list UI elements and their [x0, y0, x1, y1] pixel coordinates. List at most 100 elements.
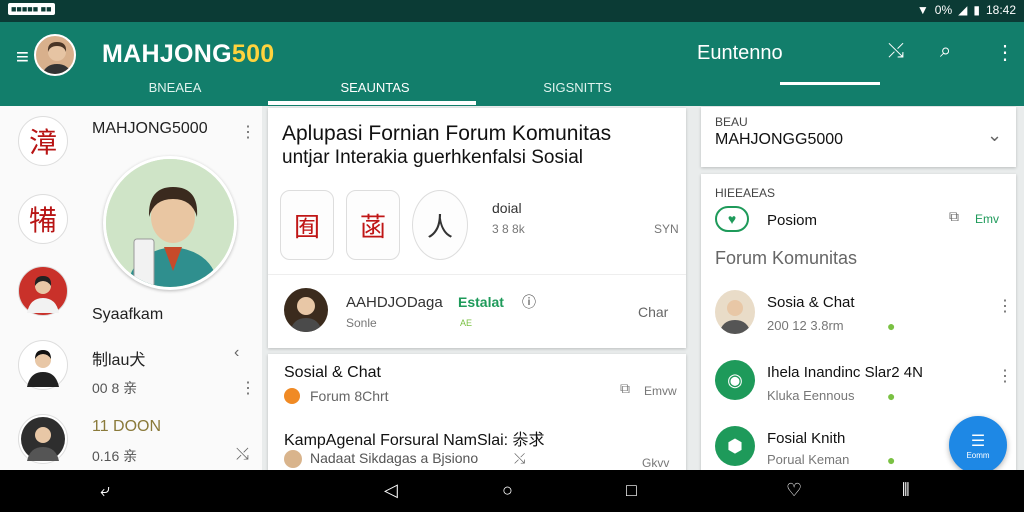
fab-label: Eomm — [966, 450, 990, 460]
nav-bar: ⤶ ◁ ○ □ ♡ ⫴ — [0, 470, 1024, 512]
tile-label: doial — [492, 200, 522, 216]
more-vert-icon[interactable]: ⋮ — [240, 122, 256, 142]
mahjong-tile[interactable]: 人 — [412, 190, 468, 260]
more-vert-icon[interactable]: ⋮ — [995, 40, 1015, 65]
list-item-title: MAHJONG5000 — [92, 120, 208, 137]
battery-percent: 0% — [934, 3, 953, 17]
tab-3[interactable]: SIGSNITTS — [520, 80, 635, 106]
forum-item-title: Fosial Knith — [767, 430, 846, 447]
app-title-accent: 500 — [231, 40, 275, 68]
menu-icon[interactable]: ≡ — [16, 44, 29, 70]
badge-icon: ● — [887, 318, 896, 334]
person-icon — [21, 417, 65, 461]
profile-person-icon — [106, 159, 234, 287]
app-title-main: MAHJONG — [102, 40, 232, 68]
mahjong-tile[interactable]: 菡 — [346, 190, 400, 260]
split-screen-icon[interactable]: ⫴ — [902, 480, 910, 501]
post-subtitle: untjar Interakia guerhkenfalsi Sosial — [282, 147, 584, 168]
select-label: BEAU — [715, 115, 748, 129]
status-bar: ■■■■■ ■■ ▼ 0% ◢ ▮ 18:42 — [0, 0, 1024, 22]
forum-item-sub: Kluka Eennous — [767, 388, 855, 403]
recents-icon[interactable]: □ — [626, 480, 637, 501]
list-icon: ☰ — [970, 432, 986, 450]
user-name: AAHDJODaga — [346, 294, 443, 311]
shield-icon[interactable]: ⬢ — [715, 426, 755, 466]
tile-meta: SYN — [654, 222, 679, 236]
search-icon[interactable]: ⌕ — [940, 40, 951, 63]
list-item-title: 11 DOON — [92, 418, 162, 435]
tab-1[interactable]: BNEAEA — [120, 80, 230, 106]
chevron-left-icon[interactable]: ‹ — [234, 344, 239, 362]
signal-icon: ◢ — [958, 3, 968, 17]
profile-avatar[interactable] — [103, 156, 237, 290]
select-value: MAHJONGG5000 — [715, 131, 844, 148]
chat-sub: Forum 8Chrt — [310, 388, 389, 404]
app-screen: ■■■■■ ■■ ▼ 0% ◢ ▮ 18:42 ≡ MAHJONG500 BNE… — [0, 0, 1024, 512]
forum-item-sub: Porual Keman — [767, 452, 850, 467]
list-item-avatar[interactable]: 漳 — [18, 116, 68, 166]
right-tab-indicator — [780, 82, 880, 85]
tile-sub: 3 8 8k — [492, 222, 525, 236]
fab-button[interactable]: ☰ Eomm — [949, 416, 1007, 474]
share-icon[interactable]: ⤯ — [236, 446, 249, 464]
person-icon — [719, 300, 751, 334]
notification-icon: ▼ — [916, 3, 929, 17]
list-item-avatar[interactable] — [18, 340, 68, 390]
list-item-title: 制lau犬 — [92, 352, 146, 369]
forum-item-sub: 200 12 3.8rm — [767, 318, 844, 333]
posiom-meta: Emv — [975, 212, 999, 226]
more-vert-icon[interactable]: ⋮ — [997, 366, 1013, 386]
cast-icon[interactable]: ⤶ — [100, 480, 110, 501]
chat-icon — [284, 388, 300, 404]
heart-icon[interactable]: ♥ — [715, 206, 749, 232]
app-title: MAHJONG500 — [102, 40, 275, 69]
copy-icon[interactable]: ⧉ — [949, 208, 959, 225]
chat-card: Sosial & Chat Forum 8Chrt ⧉ Emvw KampAge… — [268, 354, 686, 474]
posiom-label: Posiom — [767, 212, 818, 229]
forum-title: Forum Komunitas — [715, 248, 858, 268]
mahjong-tile[interactable]: 囿 — [280, 190, 334, 260]
user-sub: Sonle — [346, 316, 377, 330]
list-item-avatar[interactable] — [18, 266, 68, 316]
list-item-subtitle: 0.16 亲 — [92, 448, 138, 464]
more-vert-icon[interactable]: ⋮ — [240, 378, 256, 398]
copy-icon[interactable]: ⧉ — [620, 380, 630, 397]
person-icon — [27, 276, 59, 313]
list-item-avatar[interactable] — [18, 414, 68, 464]
post-title: Aplupasi Fornian Forum Komunitas — [282, 122, 612, 145]
avatar[interactable] — [284, 288, 328, 332]
avatar[interactable] — [284, 450, 302, 468]
forum-item-title: Ihela Inandinc Slar2 4N — [767, 364, 923, 381]
back-icon[interactable]: ◁ — [384, 480, 398, 501]
section-label: HIEEAEAS — [715, 186, 776, 200]
avatar[interactable] — [34, 34, 76, 76]
chat-label[interactable]: Char — [638, 304, 668, 320]
status-tag: Estalat — [458, 294, 504, 310]
post-card: Aplupasi Fornian Forum Komunitas untjar … — [268, 108, 686, 348]
chat-icon[interactable]: ◉ — [715, 360, 755, 400]
share-icon[interactable]: ⤯ — [888, 40, 904, 63]
post-title-2: KampAgenal Forsural NamSlai: 尜求 — [284, 432, 545, 449]
person-icon — [27, 350, 59, 387]
post-meta-2: Gkvv — [642, 456, 670, 470]
post-sub-2: Nadaat Sikdagas a Bjsiono — [310, 450, 479, 466]
status-badge: ■■■■■ ■■ — [8, 3, 55, 15]
info-icon[interactable]: ⓘ — [522, 292, 536, 312]
right-pane-title: Euntenno — [697, 42, 783, 64]
clock: 18:42 — [985, 3, 1016, 17]
left-column: 漳 MAHJONG5000 ⋮ 犕 Syaafkam 制lau犬 00 8 亲 … — [0, 106, 262, 470]
home-icon[interactable]: ○ — [502, 480, 513, 501]
user-sub-tag: AE — [460, 318, 473, 328]
badge-icon: ● — [887, 388, 896, 404]
avatar[interactable] — [715, 290, 755, 334]
list-item-avatar[interactable]: 犕 — [18, 194, 68, 244]
battery-icon: ▮ — [973, 3, 980, 17]
chat-meta: Emvw — [644, 384, 677, 398]
heart-outline-icon[interactable]: ♡ — [786, 480, 802, 501]
chat-title: Sosial & Chat — [284, 364, 381, 381]
more-vert-icon[interactable]: ⋮ — [997, 296, 1013, 316]
account-select[interactable]: BEAU MAHJONGG5000 ⌄ — [701, 107, 1016, 167]
share-icon[interactable]: ⤯ — [514, 450, 525, 467]
forum-item-title: Sosia & Chat — [767, 294, 855, 311]
chevron-down-icon[interactable]: ⌄ — [987, 125, 1002, 146]
